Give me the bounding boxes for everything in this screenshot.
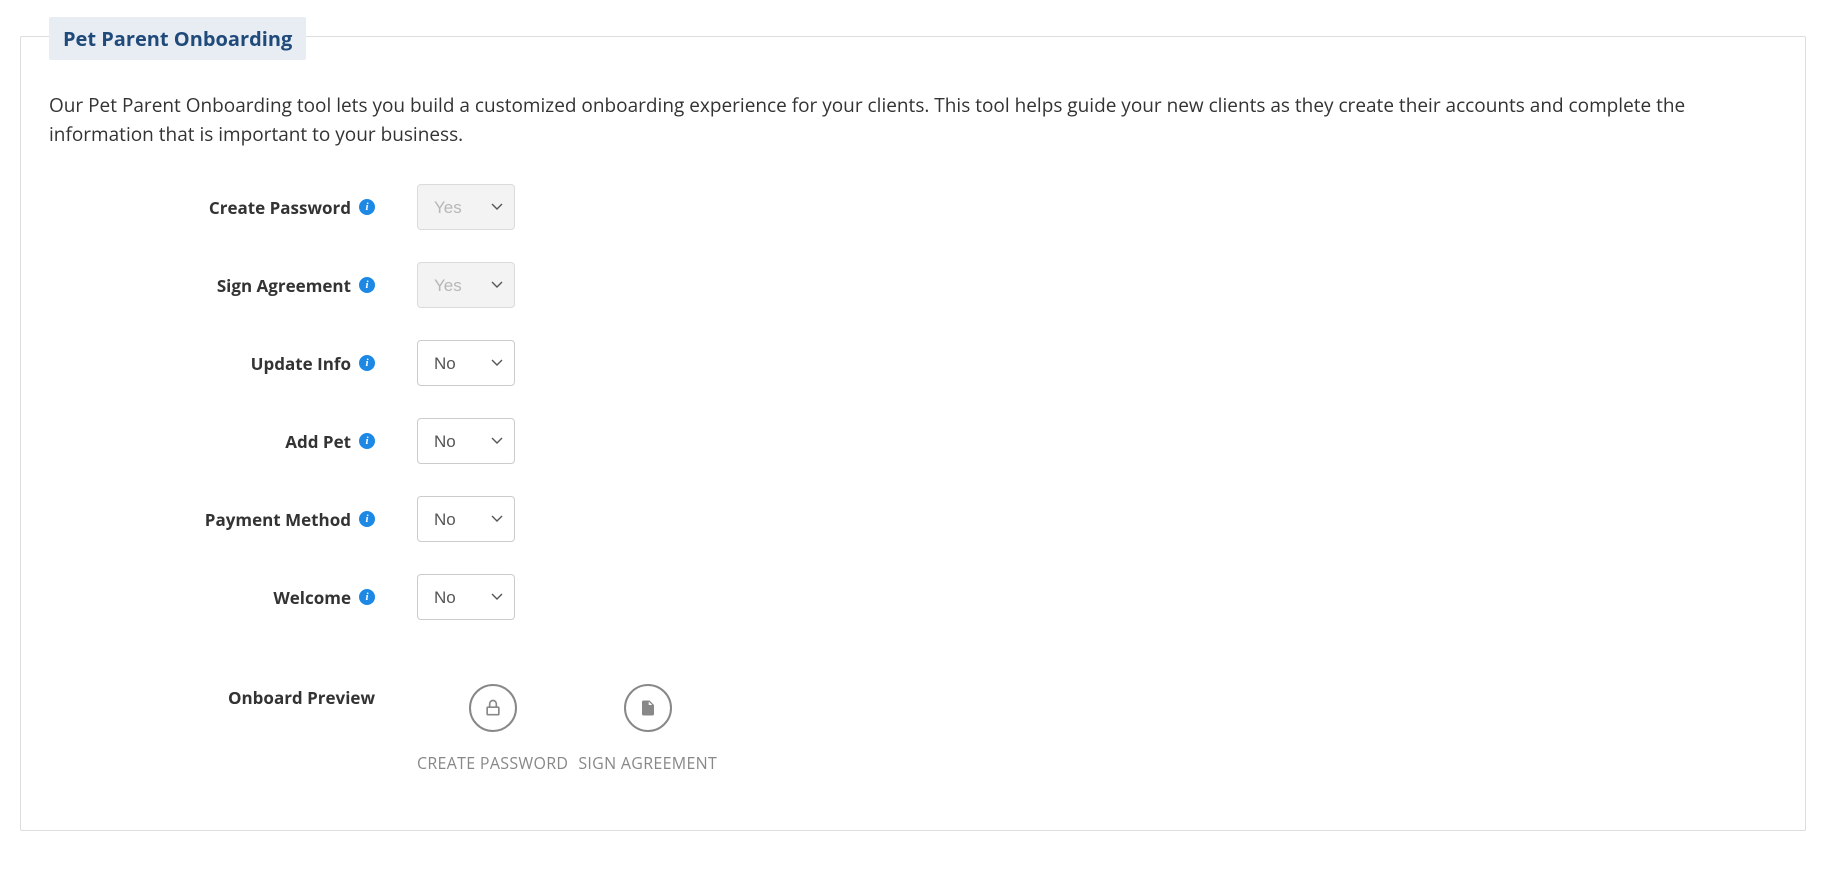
label-add-pet: Add Pet	[285, 430, 351, 453]
row-create-password: Create Password i Yes	[49, 184, 1777, 230]
row-update-info: Update Info i No	[49, 340, 1777, 386]
label-onboard-preview: Onboard Preview	[228, 686, 375, 709]
row-welcome: Welcome i No	[49, 574, 1777, 620]
document-icon	[624, 684, 672, 732]
label-create-password: Create Password	[209, 196, 351, 219]
label-update-info: Update Info	[251, 352, 351, 375]
row-payment-method: Payment Method i No	[49, 496, 1777, 542]
label-welcome: Welcome	[273, 586, 351, 609]
select-payment-method[interactable]: No	[417, 496, 515, 542]
select-update-info[interactable]: No	[417, 340, 515, 386]
lock-icon	[469, 684, 517, 732]
info-icon[interactable]: i	[359, 277, 375, 293]
preview-label: CREATE PASSWORD	[417, 752, 568, 774]
info-icon[interactable]: i	[359, 433, 375, 449]
select-add-pet[interactable]: No	[417, 418, 515, 464]
label-sign-agreement: Sign Agreement	[217, 274, 351, 297]
preview-label: SIGN AGREEMENT	[578, 752, 717, 774]
select-create-password: Yes	[417, 184, 515, 230]
select-welcome[interactable]: No	[417, 574, 515, 620]
info-icon[interactable]: i	[359, 511, 375, 527]
panel-title: Pet Parent Onboarding	[49, 17, 306, 60]
form-rows: Create Password i Yes Sign Agreement i Y…	[49, 184, 1777, 620]
info-icon[interactable]: i	[359, 589, 375, 605]
row-add-pet: Add Pet i No	[49, 418, 1777, 464]
row-sign-agreement: Sign Agreement i Yes	[49, 262, 1777, 308]
panel-description: Our Pet Parent Onboarding tool lets you …	[49, 91, 1777, 148]
row-onboard-preview: Onboard Preview CREATE PASSWORD SIGN AGR…	[49, 684, 1777, 774]
label-payment-method: Payment Method	[205, 508, 351, 531]
preview-sign-agreement: SIGN AGREEMENT	[578, 684, 717, 774]
preview-create-password: CREATE PASSWORD	[417, 684, 568, 774]
onboarding-panel: Pet Parent Onboarding Our Pet Parent Onb…	[20, 36, 1806, 831]
info-icon[interactable]: i	[359, 355, 375, 371]
preview-items: CREATE PASSWORD SIGN AGREEMENT	[417, 684, 717, 774]
select-sign-agreement: Yes	[417, 262, 515, 308]
info-icon[interactable]: i	[359, 199, 375, 215]
